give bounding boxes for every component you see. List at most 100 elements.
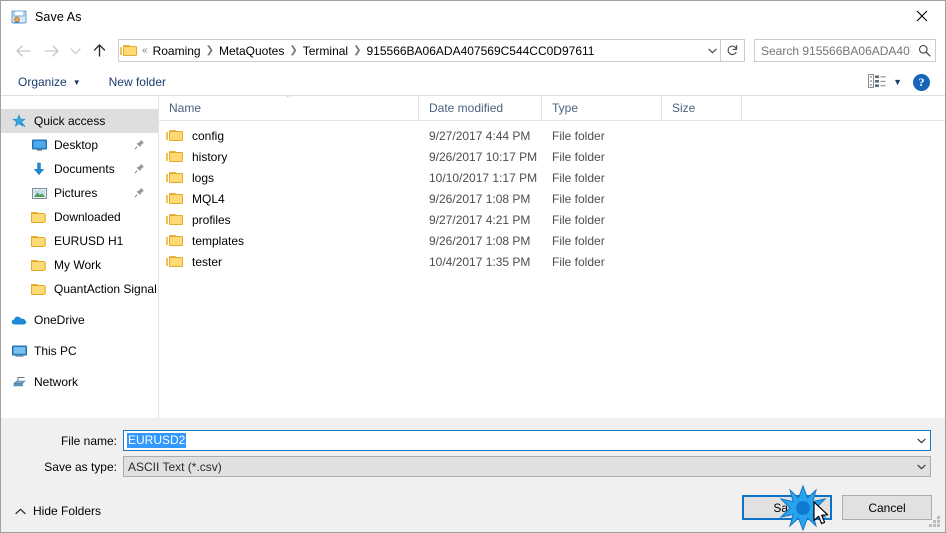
file-type: File folder bbox=[552, 212, 605, 227]
save-as-type-label: Save as type: bbox=[44, 459, 117, 474]
table-row[interactable]: MQL4 9/26/2017 1:08 PM File folder bbox=[159, 188, 945, 209]
breadcrumb-item-roaming[interactable]: Roaming bbox=[149, 42, 205, 60]
help-button[interactable]: ? bbox=[913, 73, 930, 91]
file-name-value: EURUSD2 bbox=[127, 433, 187, 448]
file-date: 10/10/2017 1:17 PM bbox=[429, 170, 538, 185]
save-as-dialog: Save As « Roaming ❯ MetaQuotes ❯ Termina… bbox=[0, 0, 946, 533]
breadcrumb-separator[interactable]: ❯ bbox=[288, 45, 298, 56]
folder-icon bbox=[120, 44, 139, 58]
pin-icon[interactable] bbox=[134, 139, 145, 153]
column-header-size[interactable]: Size bbox=[662, 96, 742, 120]
sidebar-item-label: Quick access bbox=[34, 114, 106, 128]
cancel-label: Cancel bbox=[868, 500, 906, 515]
sidebar-item-onedrive[interactable]: OneDrive bbox=[1, 308, 158, 332]
save-button[interactable]: Save bbox=[742, 495, 832, 520]
desktop-monitor-icon bbox=[29, 139, 49, 152]
folder-icon bbox=[166, 234, 185, 248]
sidebar-item-eurusd-h1[interactable]: EURUSD H1 bbox=[1, 229, 158, 253]
file-date: 9/27/2017 4:44 PM bbox=[429, 128, 531, 143]
sidebar-item-label: This PC bbox=[34, 344, 77, 358]
breadcrumb: « Roaming ❯ MetaQuotes ❯ Terminal ❯ 9155… bbox=[141, 42, 705, 60]
pin-icon[interactable] bbox=[134, 187, 145, 201]
back-button[interactable] bbox=[9, 37, 37, 65]
column-header-type[interactable]: Type bbox=[542, 96, 662, 120]
address-bar[interactable]: « Roaming ❯ MetaQuotes ❯ Terminal ❯ 9155… bbox=[118, 39, 721, 62]
sidebar-item-documents[interactable]: Documents bbox=[1, 157, 158, 181]
chevron-down-icon[interactable] bbox=[705, 40, 720, 61]
sidebar-item-label: EURUSD H1 bbox=[54, 234, 124, 248]
up-button[interactable] bbox=[85, 37, 113, 65]
table-row[interactable]: history 9/26/2017 10:17 PM File folder bbox=[159, 146, 945, 167]
breadcrumb-item-metaquotes[interactable]: MetaQuotes bbox=[215, 42, 288, 60]
close-button[interactable] bbox=[899, 1, 945, 31]
file-type: File folder bbox=[552, 233, 605, 248]
folder-icon bbox=[29, 235, 49, 248]
search-icon[interactable] bbox=[913, 44, 935, 57]
documents-arrow-icon bbox=[29, 162, 49, 176]
table-row[interactable]: tester 10/4/2017 1:35 PM File folder bbox=[159, 251, 945, 272]
recent-locations-button[interactable] bbox=[65, 37, 85, 65]
folder-icon bbox=[29, 283, 49, 296]
chevron-down-icon[interactable] bbox=[913, 457, 930, 476]
star-pin-icon bbox=[9, 114, 29, 128]
folder-icon bbox=[29, 259, 49, 272]
sidebar-item-label: Documents bbox=[54, 162, 115, 176]
sidebar-item-quantaction-signal[interactable]: QuantAction Signal bbox=[1, 277, 158, 301]
file-type: File folder bbox=[552, 128, 605, 143]
sidebar-item-desktop[interactable]: Desktop bbox=[1, 133, 158, 157]
column-headers: ⌃ Name Date modified Type Size bbox=[159, 96, 945, 121]
sidebar-item-downloaded[interactable]: Downloaded bbox=[1, 205, 158, 229]
column-header-label: Date modified bbox=[429, 101, 504, 115]
pin-icon[interactable] bbox=[134, 163, 145, 177]
resize-grip[interactable] bbox=[928, 516, 941, 529]
navigation-bar: « Roaming ❯ MetaQuotes ❯ Terminal ❯ 9155… bbox=[1, 32, 945, 69]
sidebar-item-label: Pictures bbox=[54, 186, 98, 200]
chevron-down-icon[interactable] bbox=[913, 431, 930, 450]
view-layout-icon bbox=[868, 73, 886, 91]
breadcrumb-item-terminal-id[interactable]: 915566BA06ADA407569C544CC0D97611 bbox=[363, 42, 599, 60]
forward-button[interactable] bbox=[37, 37, 65, 65]
window-title: Save As bbox=[35, 9, 82, 24]
breadcrumb-overflow[interactable]: « bbox=[141, 45, 149, 56]
save-as-type-row: Save as type: ASCII Text (*.csv) bbox=[1, 456, 931, 477]
column-header-date-modified[interactable]: Date modified bbox=[419, 96, 542, 120]
search-input[interactable] bbox=[755, 42, 913, 59]
dialog-body: Quick access Desktop Documents Pictures … bbox=[1, 96, 945, 418]
sidebar-item-network[interactable]: Network bbox=[1, 370, 158, 394]
table-row[interactable]: profiles 9/27/2017 4:21 PM File folder bbox=[159, 209, 945, 230]
file-name-input[interactable]: EURUSD2 bbox=[123, 430, 931, 451]
change-view-button[interactable]: ▼ bbox=[863, 71, 907, 94]
chevron-down-icon: ▼ bbox=[72, 77, 81, 87]
folder-icon bbox=[166, 150, 185, 164]
table-row[interactable]: config 9/27/2017 4:44 PM File folder bbox=[159, 125, 945, 146]
sidebar-item-this-pc[interactable]: This PC bbox=[1, 339, 158, 363]
sidebar-item-pictures[interactable]: Pictures bbox=[1, 181, 158, 205]
save-as-type-select[interactable]: ASCII Text (*.csv) bbox=[123, 456, 931, 477]
column-header-name[interactable]: ⌃ Name bbox=[159, 96, 419, 120]
refresh-button[interactable] bbox=[721, 39, 745, 62]
file-name-row: File name: EURUSD2 bbox=[1, 430, 931, 451]
file-date: 9/26/2017 1:08 PM bbox=[429, 191, 531, 206]
sidebar-item-quick-access[interactable]: Quick access bbox=[1, 109, 158, 133]
hide-folders-button[interactable]: Hide Folders bbox=[15, 504, 101, 518]
sidebar-item-my-work[interactable]: My Work bbox=[1, 253, 158, 277]
organize-button[interactable]: Organize ▼ bbox=[11, 72, 88, 92]
folder-icon bbox=[166, 129, 185, 143]
search-box[interactable] bbox=[754, 39, 936, 62]
organize-label: Organize bbox=[18, 75, 67, 89]
network-icon bbox=[9, 376, 29, 389]
cancel-button[interactable]: Cancel bbox=[842, 495, 932, 520]
file-type: File folder bbox=[552, 170, 605, 185]
breadcrumb-separator[interactable]: ❯ bbox=[352, 45, 362, 56]
file-name-label: File name: bbox=[60, 433, 117, 448]
breadcrumb-item-terminal[interactable]: Terminal bbox=[299, 42, 352, 60]
file-name: templates bbox=[192, 233, 245, 248]
new-folder-button[interactable]: New folder bbox=[102, 72, 173, 92]
table-row[interactable]: logs 10/10/2017 1:17 PM File folder bbox=[159, 167, 945, 188]
pictures-icon bbox=[29, 187, 49, 200]
breadcrumb-separator[interactable]: ❯ bbox=[205, 45, 215, 56]
save-label: Save bbox=[773, 500, 801, 515]
table-row[interactable]: templates 9/26/2017 1:08 PM File folder bbox=[159, 230, 945, 251]
